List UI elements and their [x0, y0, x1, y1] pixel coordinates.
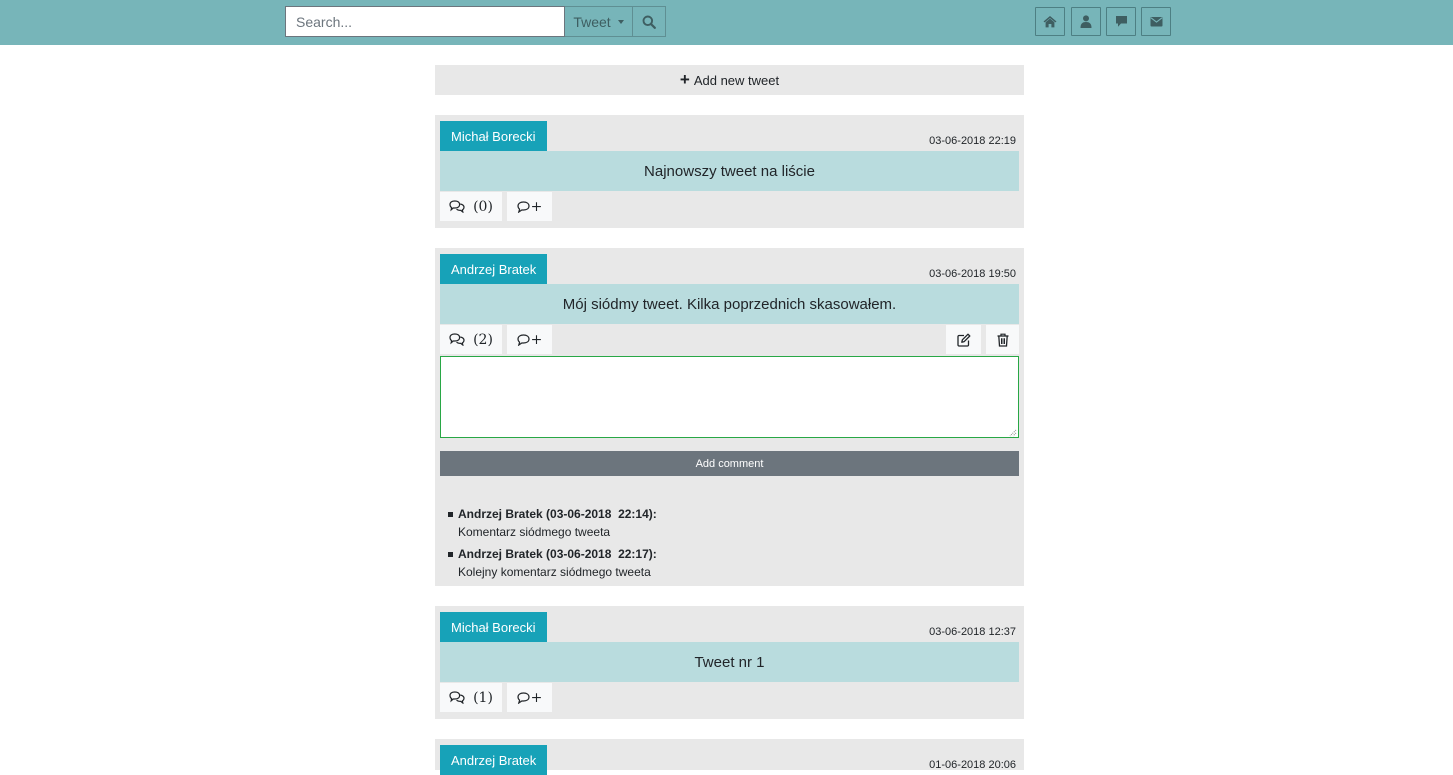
mail-button[interactable]: [1141, 7, 1171, 36]
tweet-content: Mój siódmy tweet. Kilka poprzednich skas…: [440, 284, 1019, 324]
comment-item: Andrzej Bratek (03-06-2018 22:17): Kolej…: [448, 545, 657, 581]
comment-textarea[interactable]: [440, 356, 1019, 438]
comment-count: (0): [473, 198, 493, 215]
plus-glyph: +: [530, 331, 543, 348]
delete-tweet-button[interactable]: [986, 325, 1019, 354]
tweet-card: Andrzej Bratek 03-06-2018 19:50 Mój siód…: [435, 248, 1024, 586]
comment-count: (1): [473, 689, 493, 706]
plus-glyph: +: [530, 198, 543, 215]
comment-body: Kolejny komentarz siódmego tweeta: [458, 565, 651, 579]
caret-down-icon: [617, 20, 624, 24]
comment-icon: [517, 200, 530, 213]
tweet-author[interactable]: Michał Borecki: [440, 121, 547, 151]
tweet-date: 03-06-2018 19:50: [929, 268, 1016, 280]
tweet-content: Najnowszy tweet na liście: [440, 151, 1019, 191]
home-button[interactable]: [1035, 7, 1065, 36]
tweet-author[interactable]: Andrzej Bratek: [440, 745, 548, 775]
add-comment-toggle-button[interactable]: +: [507, 683, 552, 712]
add-tweet-label: Add new tweet: [693, 72, 780, 88]
tweet-author[interactable]: Michał Borecki: [440, 612, 547, 642]
show-comments-button[interactable]: (2): [440, 325, 502, 354]
comments-icon: [449, 333, 465, 346]
tweet-card: Michał Borecki 03-06-2018 22:19 Najnowsz…: [435, 115, 1024, 228]
comments-icon: [449, 691, 465, 704]
comment-header: Andrzej Bratek (03-06-2018 22:14):: [458, 507, 657, 521]
search-type-label: Tweet: [573, 13, 611, 30]
edit-tweet-button[interactable]: [946, 325, 981, 354]
tweet-content: Tweet nr 1: [440, 642, 1019, 682]
tweet-card: Andrzej Bratek 01-06-2018 20:06: [435, 739, 1024, 775]
top-navbar: Tweet: [0, 0, 1453, 45]
comment-icon: [517, 691, 530, 704]
chat-icon: [1115, 16, 1127, 27]
add-comment-toggle-button[interactable]: +: [507, 325, 552, 354]
tweet-author[interactable]: Andrzej Bratek: [440, 254, 548, 284]
add-tweet-button[interactable]: + Add new tweet: [435, 65, 1024, 95]
comments-icon: [449, 200, 465, 213]
trash-icon: [997, 333, 1008, 347]
search-icon: [642, 15, 656, 29]
envelope-icon: [1150, 17, 1162, 27]
plus-icon: +: [679, 69, 690, 89]
show-comments-button[interactable]: (1): [440, 683, 502, 712]
comment-count: (2): [473, 331, 493, 348]
tweet-date: 03-06-2018 12:37: [929, 626, 1016, 638]
messages-button[interactable]: [1106, 7, 1136, 36]
comment-item: Andrzej Bratek (03-06-2018 22:14): Komen…: [448, 505, 657, 541]
add-comment-toggle-button[interactable]: +: [507, 192, 552, 221]
search-button[interactable]: [632, 6, 666, 37]
search-type-dropdown[interactable]: Tweet: [565, 6, 633, 37]
comment-body: Komentarz siódmego tweeta: [458, 525, 611, 539]
resize-grip-icon[interactable]: [1008, 428, 1017, 437]
profile-button[interactable]: [1071, 7, 1101, 36]
user-icon: [1080, 15, 1092, 28]
tweet-date: 03-06-2018 22:19: [929, 135, 1016, 147]
search-input[interactable]: [285, 6, 565, 37]
show-comments-button[interactable]: (0): [440, 192, 502, 221]
add-comment-button[interactable]: Add comment: [440, 451, 1019, 476]
tweet-card: Michał Borecki 03-06-2018 12:37 Tweet nr…: [435, 606, 1024, 719]
comment-header: Andrzej Bratek (03-06-2018 22:17):: [458, 547, 657, 561]
comments-list: Andrzej Bratek (03-06-2018 22:14): Komen…: [448, 505, 657, 585]
tweet-date: 01-06-2018 20:06: [929, 759, 1016, 771]
home-icon: [1043, 16, 1057, 28]
comment-icon: [517, 333, 530, 346]
edit-icon: [956, 333, 970, 347]
plus-glyph: +: [530, 689, 543, 706]
